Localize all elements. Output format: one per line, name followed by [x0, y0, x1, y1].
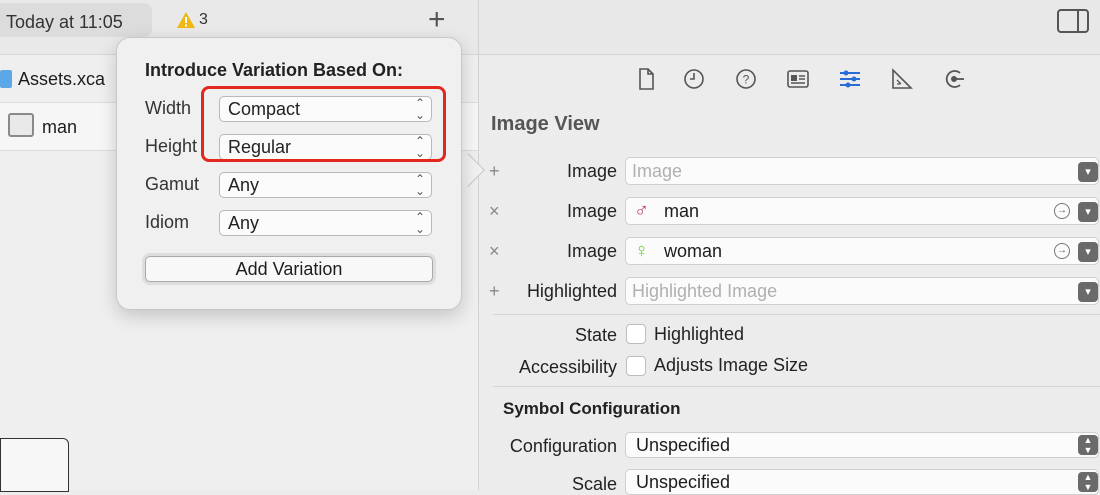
adjusts-image-size-option: Adjusts Image Size: [654, 355, 809, 375]
state-label: State: [574, 325, 617, 345]
image-field[interactable]: Image ▾: [625, 157, 1099, 185]
inspector-pane: ? Image View + Image Image ▾ × Image ♂ m…: [478, 0, 1100, 495]
scale-select[interactable]: Unspecified ▲ ▼: [625, 469, 1099, 495]
chevron-down-icon[interactable]: ▾: [1078, 242, 1098, 262]
image-value: woman: [664, 241, 723, 261]
attributes-icon[interactable]: [838, 67, 862, 91]
image-woman-field[interactable]: ♀ woman → ▾: [625, 237, 1099, 265]
inspector-toolbar: [479, 0, 1100, 55]
highlighted-option: Highlighted: [654, 324, 745, 344]
idiom-label: Idiom: [145, 212, 190, 232]
highlight-annotation: [201, 86, 446, 162]
scale-value: Unspecified: [636, 472, 731, 492]
divider: [493, 314, 1100, 315]
section-title: Image View: [491, 113, 600, 135]
activity-time: Today at 11:05: [6, 12, 123, 32]
highlighted-checkbox[interactable]: [626, 324, 646, 344]
gamut-select[interactable]: Any ⌃ ⌄: [219, 172, 432, 198]
go-to-icon[interactable]: →: [1054, 203, 1070, 219]
chevron-down-icon[interactable]: ▾: [1078, 282, 1098, 302]
add-variation-button[interactable]: Add Variation: [145, 256, 433, 282]
svg-text:?: ?: [743, 73, 750, 87]
male-icon: ♂: [634, 200, 649, 222]
divider: [493, 386, 1100, 387]
variation-popover: Introduce Variation Based On: Width Comp…: [116, 37, 462, 310]
connections-icon[interactable]: [942, 67, 966, 91]
help-icon[interactable]: ?: [734, 67, 758, 91]
chevron-updown-icon[interactable]: ▲ ▼: [1078, 435, 1098, 455]
width-label: Width: [145, 98, 192, 118]
image-placeholder: Image: [632, 161, 683, 181]
image-label: Image: [566, 201, 617, 221]
sidebar-toggle-icon[interactable]: [1057, 9, 1089, 33]
identity-icon[interactable]: [786, 67, 810, 91]
image-label: Image: [566, 241, 617, 261]
image-set-icon: [8, 113, 34, 137]
scale-label: Scale: [571, 474, 617, 494]
activity-status[interactable]: Today at 11:05: [0, 3, 152, 37]
highlighted-image-field[interactable]: Highlighted Image ▾: [625, 277, 1099, 305]
file-icon[interactable]: [634, 67, 658, 91]
idiom-select[interactable]: Any ⌃ ⌄: [219, 210, 432, 236]
symbol-configuration-title: Symbol Configuration: [503, 399, 681, 418]
chevron-updown-icon: ⌃ ⌄: [414, 172, 425, 198]
warning-icon[interactable]: [176, 11, 196, 29]
image-set-label: man: [42, 117, 78, 137]
chevron-updown-icon: ⌃ ⌄: [414, 210, 425, 236]
female-icon: ♀: [634, 240, 649, 262]
add-icon[interactable]: +: [428, 5, 446, 35]
accessibility-label: Accessibility: [518, 357, 617, 377]
configuration-value: Unspecified: [636, 435, 731, 455]
adjusts-image-size-checkbox[interactable]: [626, 356, 646, 376]
chevron-down-icon[interactable]: ▾: [1078, 202, 1098, 222]
highlighted-placeholder: Highlighted Image: [632, 281, 778, 301]
asset-catalog-icon: [0, 70, 12, 88]
gamut-value: Any: [228, 175, 260, 195]
image-man-field[interactable]: ♂ man → ▾: [625, 197, 1099, 225]
highlighted-label: Highlighted: [526, 281, 617, 301]
gamut-label: Gamut: [145, 174, 200, 194]
canvas-preview[interactable]: [0, 438, 69, 492]
asset-catalog-label: Assets.xca: [18, 69, 106, 89]
idiom-value: Any: [228, 213, 260, 233]
chevron-down-icon[interactable]: ▾: [1078, 162, 1098, 182]
height-label: Height: [145, 136, 198, 156]
go-to-icon[interactable]: →: [1054, 243, 1070, 259]
warning-count[interactable]: 3: [199, 11, 208, 29]
popover-title: Introduce Variation Based On:: [145, 60, 404, 80]
size-icon[interactable]: [890, 67, 914, 91]
history-icon[interactable]: [682, 67, 706, 91]
chevron-updown-icon[interactable]: ▲ ▼: [1078, 472, 1098, 492]
image-value: man: [664, 201, 700, 221]
image-label: Image: [566, 161, 617, 181]
configuration-select[interactable]: Unspecified ▲ ▼: [625, 432, 1099, 458]
configuration-label: Configuration: [509, 436, 617, 456]
